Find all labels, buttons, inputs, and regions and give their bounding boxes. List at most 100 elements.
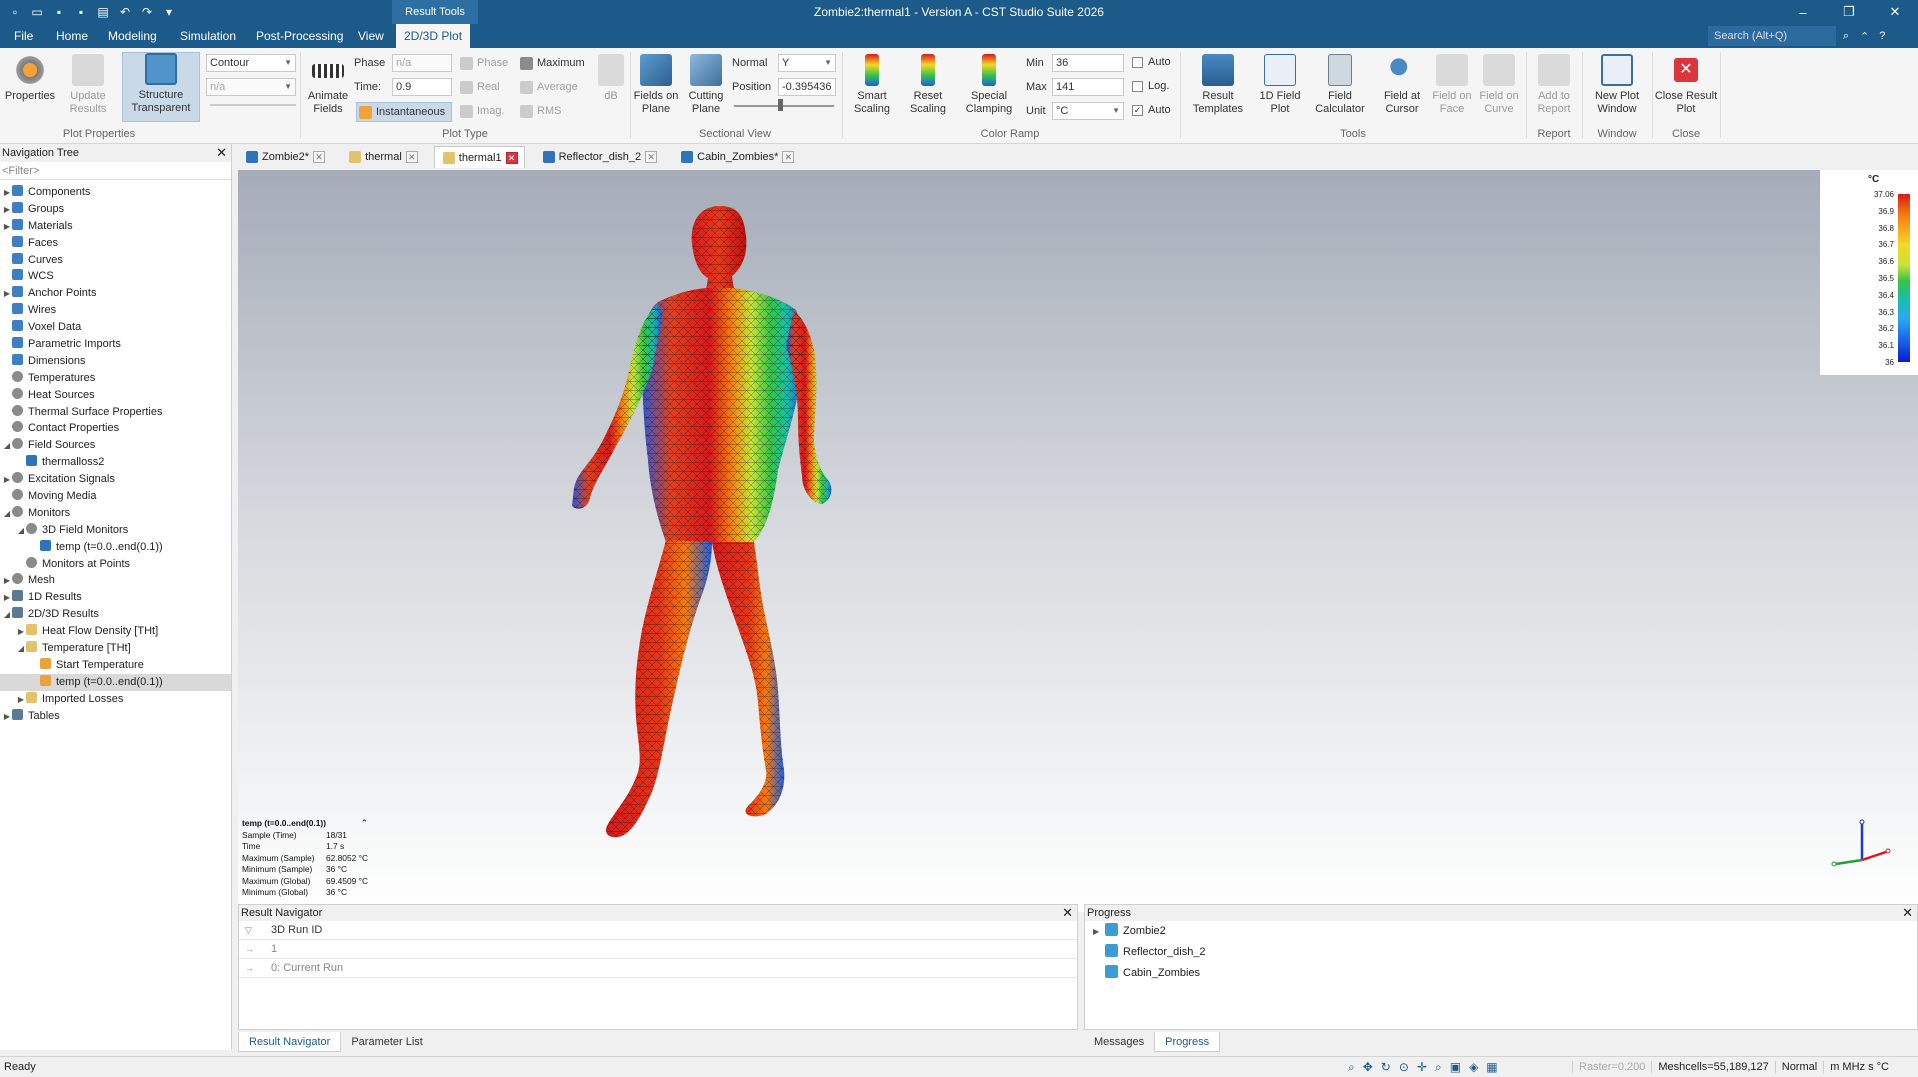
time-input[interactable]: 0.9 [392, 78, 452, 96]
help-icon[interactable]: ? [1879, 30, 1885, 42]
search-box[interactable]: Search (Alt+Q) [1708, 26, 1836, 46]
expand-arrow-icon[interactable]: ◢ [16, 641, 26, 658]
close-icon[interactable]: ✕ [216, 144, 227, 162]
auto-max-checkbox[interactable]: ✓ [1132, 105, 1143, 116]
update-results-button[interactable]: Update Results [62, 54, 114, 116]
minimize-button[interactable]: – [1780, 0, 1826, 24]
structure-transparent-button[interactable]: Structure Transparent [122, 52, 200, 122]
properties-button[interactable]: Properties [4, 54, 56, 103]
zoom-icon[interactable]: ⊙ [1399, 1060, 1409, 1074]
search-icon[interactable]: ⌕ [1836, 26, 1856, 46]
special-clamping-button[interactable]: Special Clamping [958, 54, 1020, 116]
table-row[interactable]: → 1 [239, 940, 1077, 959]
tab-view[interactable]: View [350, 24, 392, 48]
tab-simulation[interactable]: Simulation [172, 24, 244, 48]
tree-item[interactable]: ▶ Anchor Points [0, 285, 231, 302]
list-item[interactable]: Cabin_Zombies [1085, 963, 1917, 984]
tree-item[interactable]: Faces [0, 235, 231, 252]
auto-min-checkbox[interactable] [1132, 57, 1143, 68]
normal-select[interactable]: Y ▼ [778, 54, 836, 72]
tree-item[interactable]: ▶ 1D Results [0, 589, 231, 606]
tree-item[interactable]: Monitors at Points [0, 556, 231, 573]
tree-item[interactable]: Contact Properties [0, 420, 231, 437]
tree-item[interactable]: Heat Sources [0, 387, 231, 404]
tab-home[interactable]: Home [48, 24, 96, 48]
list-item[interactable]: ▶ Zombie2 [1085, 921, 1917, 942]
tree-item[interactable]: ▶ Tables [0, 708, 231, 725]
tab-post-processing[interactable]: Post-Processing [248, 24, 351, 48]
close-window-button[interactable]: ✕ [1872, 0, 1918, 24]
document-tab[interactable]: Reflector_dish_2 ✕ [535, 146, 664, 168]
collapse-ribbon-icon[interactable]: ⌃ [1860, 30, 1869, 43]
human-model-plot[interactable] [238, 170, 1918, 912]
reset-scaling-button[interactable]: Reset Scaling [902, 54, 954, 116]
tree-item[interactable]: ◢ 3D Field Monitors [0, 522, 231, 539]
axes-triad-icon[interactable] [1828, 816, 1894, 872]
tab-result-navigator[interactable]: Result Navigator [238, 1032, 342, 1052]
tree-item[interactable]: Voxel Data [0, 319, 231, 336]
view-box-icon[interactable]: ▣ [1450, 1060, 1461, 1074]
close-tab-icon[interactable]: ✕ [313, 151, 326, 163]
restore-button[interactable]: ❐ [1826, 0, 1872, 24]
close-tab-icon[interactable]: ✕ [782, 151, 795, 163]
average-option[interactable]: Average [520, 78, 578, 96]
tree-item[interactable]: Temperatures [0, 370, 231, 387]
result-navigator-column-header[interactable]: ▽ 3D Run ID [239, 921, 1077, 940]
document-tab[interactable]: Zombie2* ✕ [238, 146, 331, 168]
move-icon[interactable]: ✛ [1417, 1060, 1427, 1074]
tree-item[interactable]: ◢ 2D/3D Results [0, 606, 231, 623]
tree-item[interactable]: Curves [0, 252, 231, 269]
close-tab-icon[interactable]: ✕ [645, 151, 658, 163]
cutting-plane-button[interactable]: Cutting Plane [682, 54, 730, 116]
close-result-plot-button[interactable]: ✕ Close Result Plot [1654, 54, 1718, 116]
expand-arrow-icon[interactable]: ◢ [2, 607, 12, 624]
zoom-fit-icon[interactable]: ⌕ [1435, 1060, 1442, 1075]
collapse-icon[interactable]: ⌃ [360, 818, 368, 830]
print-icon[interactable]: ▤ [94, 3, 112, 21]
expand-arrow-icon[interactable]: ◢ [16, 523, 26, 540]
field-on-face-button[interactable]: Field on Face [1426, 54, 1478, 116]
tree-item[interactable]: Start Temperature [0, 657, 231, 674]
close-icon[interactable]: ✕ [1062, 905, 1073, 921]
component-select[interactable]: n/a ▼ [206, 78, 296, 96]
tree-item[interactable]: WCS [0, 268, 231, 285]
rotate-icon[interactable]: ↻ [1381, 1060, 1391, 1074]
expand-arrow-icon[interactable]: ▶ [2, 219, 12, 236]
expand-arrow-icon[interactable]: ▶ [2, 573, 12, 590]
expand-arrow-icon[interactable]: ◢ [2, 506, 12, 523]
filter-icon[interactable]: ▽ [245, 921, 257, 940]
maximum-option[interactable]: Maximum [520, 54, 585, 72]
redo-icon[interactable]: ↷ [138, 3, 156, 21]
close-tab-icon[interactable]: ✕ [405, 151, 418, 163]
tree-item[interactable]: temp (t=0.0..end(0.1)) [0, 539, 231, 556]
mesh-view-icon[interactable]: ▦ [1486, 1060, 1497, 1074]
tab-modeling[interactable]: Modeling [100, 24, 165, 48]
expand-arrow-icon[interactable]: ▶ [16, 624, 26, 641]
tree-item[interactable]: thermalloss2 [0, 454, 231, 471]
expand-arrow-icon[interactable]: ◢ [2, 438, 12, 455]
tree-item[interactable]: ▶ Materials [0, 218, 231, 235]
plot-slider[interactable] [210, 104, 296, 106]
save-icon[interactable]: ▪ [50, 3, 68, 21]
result-templates-button[interactable]: Result Templates [1184, 54, 1252, 116]
list-item[interactable]: Reflector_dish_2 [1085, 942, 1917, 963]
tab-messages[interactable]: Messages [1084, 1032, 1154, 1052]
expand-arrow-icon[interactable]: ▶ [2, 472, 12, 489]
smart-scaling-button[interactable]: Smart Scaling [846, 54, 898, 116]
fields-on-plane-button[interactable]: Fields on Plane [632, 54, 680, 116]
tab-progress[interactable]: Progress [1154, 1032, 1221, 1052]
animate-fields-button[interactable]: Animate Fields [304, 54, 352, 116]
chevron-right-icon[interactable]: ▶ [1093, 921, 1105, 942]
tree-item[interactable]: Thermal Surface Properties [0, 404, 231, 421]
min-input[interactable]: 36 [1052, 54, 1124, 72]
open-file-icon[interactable]: ▭ [28, 3, 46, 21]
max-input[interactable]: 141 [1052, 78, 1124, 96]
tab-parameter-list[interactable]: Parameter List [341, 1032, 433, 1052]
field-1d-plot-button[interactable]: 1D Field Plot [1252, 54, 1308, 116]
tab-2d3d-plot[interactable]: 2D/3D Plot [396, 24, 471, 48]
plot-type-select[interactable]: Contour ▼ [206, 54, 296, 72]
db-button[interactable]: dB [596, 54, 626, 103]
tree-item[interactable]: ▶ Heat Flow Density [THt] [0, 623, 231, 640]
new-file-icon[interactable]: ▫ [6, 3, 24, 21]
close-icon[interactable]: ✕ [1902, 905, 1913, 921]
